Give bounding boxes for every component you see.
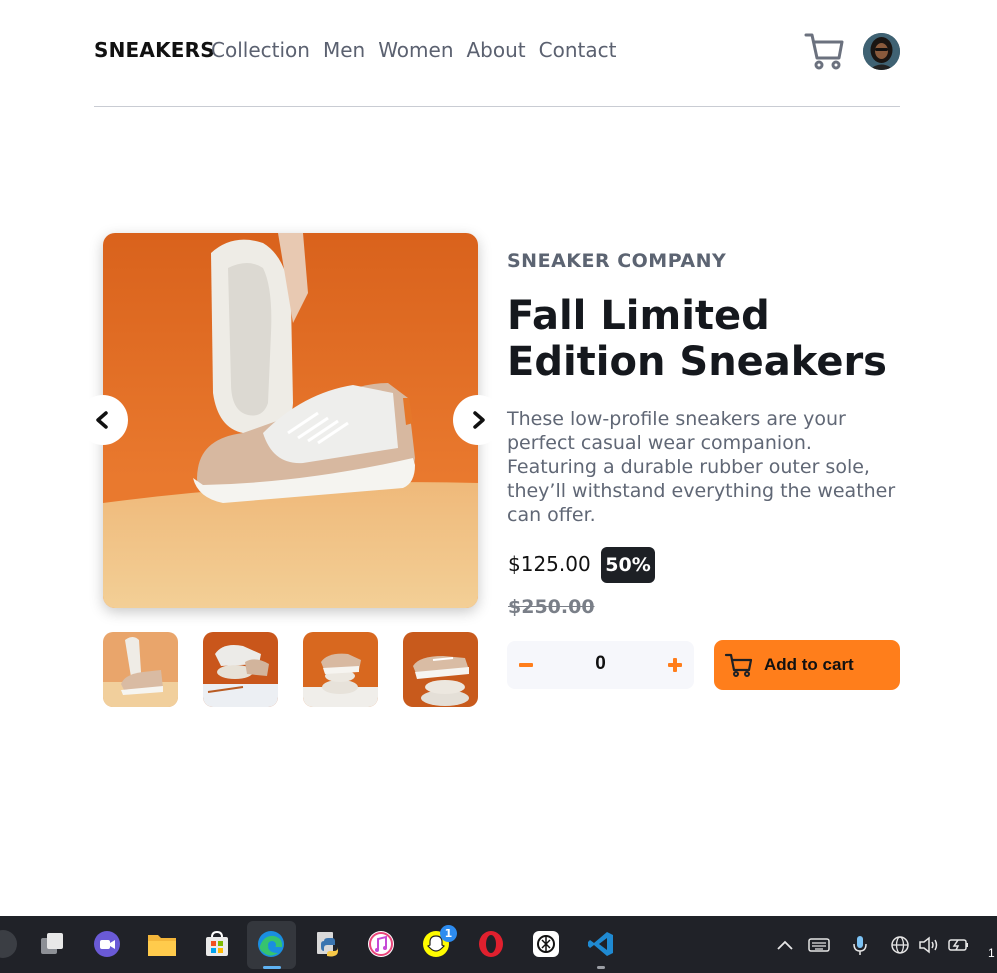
meet-icon[interactable] <box>90 927 124 961</box>
taskbar: 1 1 <box>0 916 997 973</box>
cart-icon <box>724 653 753 677</box>
chatgpt-icon[interactable] <box>529 927 563 961</box>
add-to-cart-label: Add to cart <box>764 655 854 674</box>
main-nav: Collection Men Women About Contact <box>211 38 616 62</box>
chevron-left-icon <box>96 411 108 429</box>
increase-quantity-button[interactable] <box>661 651 689 679</box>
next-image-button[interactable] <box>453 395 503 445</box>
file-explorer-icon[interactable] <box>145 927 179 961</box>
edge-running-indicator <box>263 966 281 969</box>
prev-image-button[interactable] <box>78 395 128 445</box>
nav-item-men[interactable]: Men <box>323 38 365 62</box>
add-to-cart-button[interactable]: Add to cart <box>714 640 900 690</box>
discount-badge: 50% <box>601 547 655 583</box>
vscode-icon[interactable] <box>584 927 618 961</box>
avatar[interactable] <box>863 33 900 70</box>
python-icon[interactable] <box>310 927 344 961</box>
quantity-stepper: 0 <box>507 641 694 689</box>
notification-badge: 1 <box>440 925 457 942</box>
battery-charging-icon[interactable] <box>948 934 970 956</box>
start-icon[interactable] <box>0 927 20 961</box>
edge-icon[interactable] <box>254 927 288 961</box>
thumbnail-4[interactable] <box>403 632 478 707</box>
itunes-icon[interactable] <box>364 927 398 961</box>
current-price: $125.00 <box>508 552 591 576</box>
chevron-up-icon[interactable] <box>774 934 796 956</box>
thumbnail-3[interactable] <box>303 632 378 707</box>
clock-partial: 1 <box>988 946 995 960</box>
opera-icon[interactable] <box>474 927 508 961</box>
plus-icon <box>668 658 682 672</box>
task-view-icon[interactable] <box>35 927 69 961</box>
microphone-icon[interactable] <box>849 934 871 956</box>
keyboard-icon[interactable] <box>808 934 830 956</box>
network-globe-icon[interactable] <box>889 934 911 956</box>
thumbnail-1[interactable] <box>103 632 178 707</box>
store-icon[interactable] <box>200 927 234 961</box>
nav-item-women[interactable]: Women <box>378 38 453 62</box>
thumbnail-2[interactable] <box>203 632 278 707</box>
product-main-image[interactable] <box>103 233 478 608</box>
nav-item-about[interactable]: About <box>467 38 526 62</box>
header-divider <box>94 106 900 107</box>
nav-item-contact[interactable]: Contact <box>539 38 617 62</box>
brand-logo[interactable]: SNEAKERS <box>94 38 215 62</box>
vscode-running-indicator <box>597 966 605 969</box>
volume-icon[interactable] <box>918 934 940 956</box>
chevron-right-icon <box>473 411 485 429</box>
product-title: Fall Limited Edition Sneakers <box>507 293 887 385</box>
product-description: These low-profile sneakers are your perf… <box>507 408 896 526</box>
nav-item-collection[interactable]: Collection <box>211 38 310 62</box>
company-name: SNEAKER COMPANY <box>507 250 727 272</box>
original-price: $250.00 <box>508 596 595 618</box>
cart-icon[interactable] <box>802 30 846 72</box>
